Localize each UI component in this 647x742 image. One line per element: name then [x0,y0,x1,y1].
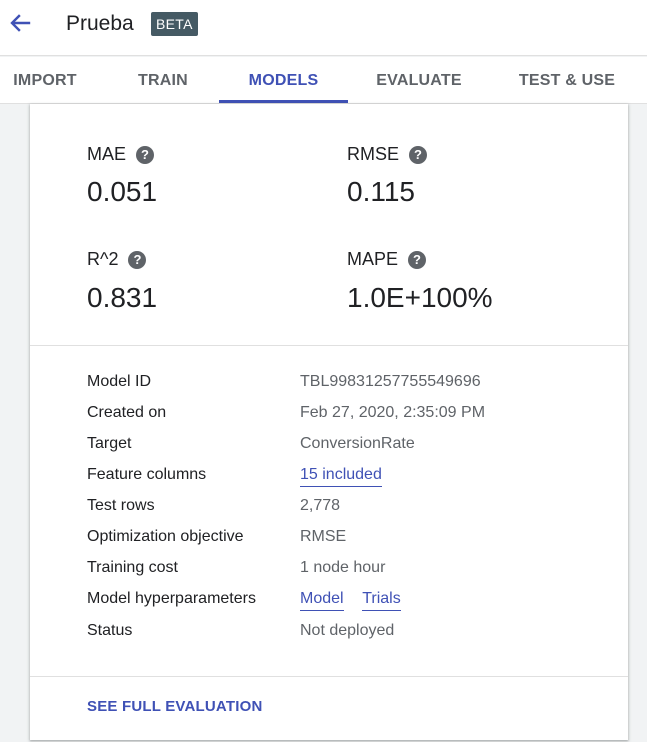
tab-models[interactable]: MODELS [219,57,348,104]
model-summary-card: MAE ? 0.051 RMSE ? 0.115 R^2 ? 0.831 MAP… [30,104,628,740]
detail-value-created-on: Feb 27, 2020, 2:35:09 PM [300,404,486,421]
detail-label-status: Status [87,622,133,639]
detail-label-test-rows: Test rows [87,497,155,514]
detail-value-target: ConversionRate [300,435,415,452]
model-link[interactable]: Model [300,590,344,611]
metric-value-mape: 1.0E+100% [347,282,493,313]
detail-value-test-rows: 2,778 [300,497,341,514]
detail-value-training-cost: 1 node hour [300,559,386,576]
detail-label-model-hyperparameters: Model hyperparameters [87,590,256,607]
tab-import[interactable]: IMPORT [0,57,90,104]
metric-value-rmse: 0.115 [347,176,415,207]
tab-evaluate[interactable]: EVALUATE [350,57,488,104]
arrow-back-icon[interactable] [7,10,33,36]
detail-label-training-cost: Training cost [87,559,178,576]
detail-value-optimization-objective: RMSE [300,528,347,545]
metric-mape: MAPE ? [347,249,427,270]
active-tab-indicator [219,100,348,103]
tab-test-use[interactable]: TEST & USE [500,57,634,104]
metric-r2: R^2 ? [87,249,147,270]
detail-label-target: Target [87,435,132,452]
see-full-evaluation-button[interactable]: SEE FULL EVALUATION [87,698,262,715]
metric-rmse: RMSE ? [347,144,428,165]
help-icon[interactable]: ? [128,250,147,269]
help-icon[interactable]: ? [408,250,427,269]
detail-label-created-on: Created on [87,404,167,421]
divider [30,345,628,346]
metric-mae: MAE ? [87,144,155,165]
tab-train[interactable]: TRAIN [108,57,218,104]
help-icon[interactable]: ? [136,145,155,164]
detail-value-status: Not deployed [300,622,395,639]
metric-label-mae: MAE [87,144,127,164]
metric-label-mape: MAPE [347,249,399,269]
metric-label-r2: R^2 [87,249,119,269]
metric-value-r2: 0.831 [87,282,158,313]
detail-value-model-id: TBL99831257755549696 [300,373,481,390]
detail-label-model-id: Model ID [87,373,152,390]
divider [30,676,628,677]
feature-columns-link[interactable]: 15 included [300,466,382,487]
tab-bar: IMPORT TRAIN MODELS EVALUATE TEST & USE [0,57,647,104]
page-title: Prueba [66,12,134,35]
beta-badge: BETA [151,12,198,36]
trials-link[interactable]: Trials [362,590,401,611]
detail-label-optimization-objective: Optimization objective [87,528,244,545]
detail-value-feature-columns: 15 included [300,466,382,487]
detail-value-model-hyperparameters: Model Trials [300,590,401,611]
app-header: Prueba BETA [0,0,647,56]
detail-label-feature-columns: Feature columns [87,466,207,483]
help-icon[interactable]: ? [409,145,428,164]
metric-label-rmse: RMSE [347,144,400,164]
metric-value-mae: 0.051 [87,176,158,207]
